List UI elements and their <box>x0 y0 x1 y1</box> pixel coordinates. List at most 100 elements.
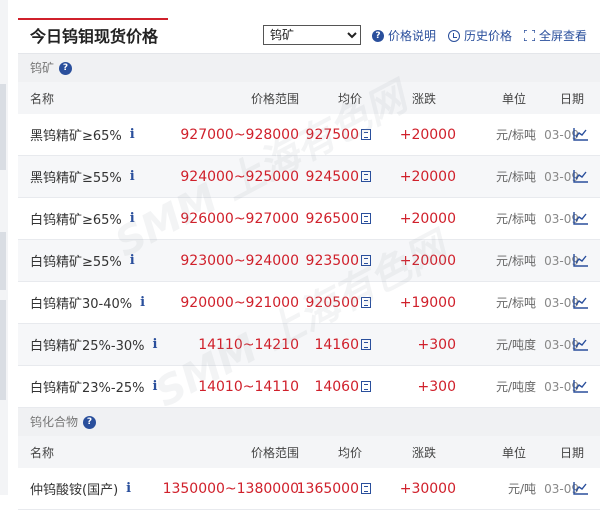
panel-header: 今日钨钼现货价格 钨矿 ? 价格说明 历史价格 全屏查看 <box>18 18 600 54</box>
product-name[interactable]: 白钨精矿≥65% i <box>30 198 135 239</box>
trend-chart-icon[interactable] <box>572 366 588 407</box>
col-range-header: 价格范围 <box>250 91 299 106</box>
info-icon[interactable]: i <box>126 481 131 496</box>
product-name-text: 黑钨精矿≥65% <box>30 129 122 144</box>
price-range: 14010~14110 <box>198 378 299 395</box>
trend-chart-icon[interactable] <box>572 468 588 509</box>
price-change: +20000 <box>399 126 456 143</box>
left-scroll-strip <box>0 0 8 495</box>
category-select[interactable]: 钨矿 <box>263 25 361 45</box>
col-name-header: 名称 <box>30 91 55 106</box>
product-name[interactable]: 白钨精矿23%-25% i <box>30 366 157 407</box>
document-icon[interactable] <box>361 213 371 224</box>
document-icon[interactable] <box>361 129 371 140</box>
fullscreen-icon <box>524 30 535 41</box>
price-panel: 今日钨钼现货价格 钨矿 ? 价格说明 历史价格 全屏查看 钨矿? 名称 价格范围 均价… <box>18 18 600 510</box>
fullscreen-link[interactable]: 全屏查看 <box>524 27 587 44</box>
document-icon[interactable] <box>361 255 371 266</box>
info-icon[interactable]: i <box>130 127 135 142</box>
info-icon[interactable]: i <box>152 379 157 394</box>
price-range: 14110~14210 <box>198 336 299 353</box>
price-range: 1350000~1380000 <box>162 480 299 497</box>
table-row: 白钨精矿23%-25% i 14010~14110 14060 +300 元/吨度 03-0… <box>18 366 600 408</box>
product-name-text: 黑钨精矿≥55% <box>30 171 122 186</box>
price-change: +300 <box>417 378 456 395</box>
column-header-row: 名称 价格范围 均价 涨跌 单位 日期 <box>18 436 600 468</box>
trend-chart-icon[interactable] <box>572 282 588 323</box>
price-change: +20000 <box>399 252 456 269</box>
question-icon: ? <box>372 29 384 42</box>
col-change-header: 涨跌 <box>411 91 436 106</box>
table-row: 白钨精矿≥55% i 923000~924000 923500 +20000 元/标吨 03… <box>18 240 600 282</box>
product-name[interactable]: 黑钨精矿≥65% i <box>30 114 135 155</box>
section-label: 钨矿 <box>30 61 55 75</box>
left-strip-mark <box>0 232 6 290</box>
price-change: +30000 <box>399 480 456 497</box>
avg-price-value: 924500 <box>305 168 359 185</box>
price-explain-link[interactable]: ? 价格说明 <box>372 27 436 44</box>
col-unit-header: 单位 <box>501 445 526 460</box>
question-icon[interactable]: ? <box>59 61 73 75</box>
document-icon[interactable] <box>361 381 371 392</box>
document-icon[interactable] <box>361 171 371 182</box>
info-icon[interactable]: i <box>130 253 135 268</box>
product-name[interactable]: 白钨精矿≥55% i <box>30 240 135 281</box>
avg-price-value: 920500 <box>305 294 359 311</box>
section-header: 钨化合物? <box>18 408 600 436</box>
section-label: 钨化合物 <box>30 415 79 429</box>
table-row: 黑钨精矿≥65% i 927000~928000 927500 +20000 元/标吨 03… <box>18 114 600 156</box>
product-name-text: 白钨精矿25%-30% <box>30 339 145 354</box>
info-icon[interactable]: i <box>130 211 135 226</box>
product-name[interactable]: 黑钨精矿≥55% i <box>30 156 135 197</box>
product-name[interactable]: 白钨精矿30-40% i <box>30 282 145 323</box>
col-unit-header: 单位 <box>501 91 526 106</box>
col-avg-header: 均价 <box>337 445 362 460</box>
avg-price-value: 926500 <box>305 210 359 227</box>
avg-price: 927500 <box>306 114 371 155</box>
avg-price: 923500 <box>306 240 371 281</box>
fullscreen-label: 全屏查看 <box>539 29 588 43</box>
price-range: 920000~921000 <box>180 294 299 311</box>
price-unit: 元/标吨 <box>495 128 536 142</box>
avg-price: 924500 <box>306 156 371 197</box>
table-row: 黑钨精矿≥55% i 924000~925000 924500 +20000 元/标吨 03… <box>18 156 600 198</box>
question-icon[interactable]: ? <box>83 415 97 429</box>
avg-price: 1365000 <box>297 468 371 509</box>
avg-price-value: 14160 <box>314 336 359 353</box>
document-icon[interactable] <box>361 483 371 494</box>
price-unit: 元/标吨 <box>495 170 536 184</box>
history-price-label: 历史价格 <box>464 29 513 43</box>
col-date-header: 日期 <box>559 445 584 460</box>
price-unit: 元/标吨 <box>495 254 536 268</box>
section-header: 钨矿? <box>18 54 600 82</box>
avg-price-value: 927500 <box>305 126 359 143</box>
column-header-row: 名称 价格范围 均价 涨跌 单位 日期 <box>18 82 600 114</box>
avg-price: 926500 <box>306 198 371 239</box>
col-date-header: 日期 <box>559 91 584 106</box>
product-name-text: 白钨精矿≥65% <box>30 213 122 228</box>
col-avg-header: 均价 <box>337 91 362 106</box>
price-unit: 元/吨度 <box>495 380 536 394</box>
info-icon[interactable]: i <box>140 295 145 310</box>
avg-price: 14160 <box>314 324 371 365</box>
price-unit: 元/吨度 <box>495 338 536 352</box>
trend-chart-icon[interactable] <box>572 240 588 281</box>
trend-chart-icon[interactable] <box>572 324 588 365</box>
document-icon[interactable] <box>361 339 371 350</box>
price-change: +300 <box>417 336 456 353</box>
left-strip-mark <box>0 300 6 400</box>
info-icon[interactable]: i <box>130 169 135 184</box>
history-price-link[interactable]: 历史价格 <box>448 27 512 44</box>
price-change: +20000 <box>399 210 456 227</box>
document-icon[interactable] <box>361 297 371 308</box>
product-name[interactable]: 白钨精矿25%-30% i <box>30 324 157 365</box>
trend-chart-icon[interactable] <box>572 156 588 197</box>
trend-chart-icon[interactable] <box>572 114 588 155</box>
trend-chart-icon[interactable] <box>572 198 588 239</box>
table-row: 白钨精矿30-40% i 920000~921000 920500 +19000 元/标吨… <box>18 282 600 324</box>
avg-price: 920500 <box>306 282 371 323</box>
product-name[interactable]: 仲钨酸铵(国产) i <box>30 468 131 509</box>
price-change: +19000 <box>399 294 456 311</box>
table-row: 仲钨酸铵(国产) i 1350000~1380000 1365000 +30000 元/吨… <box>18 468 600 510</box>
info-icon[interactable]: i <box>152 337 157 352</box>
